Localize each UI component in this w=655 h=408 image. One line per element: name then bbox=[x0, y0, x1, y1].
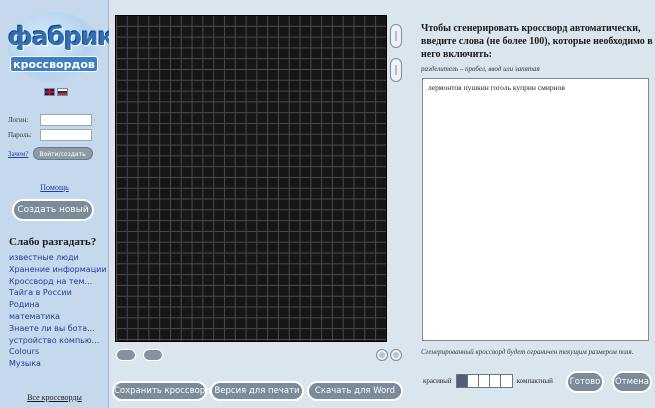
separator-hint: разделитель – пробел, ввод или запятая bbox=[421, 65, 540, 73]
password-label: Пароль: bbox=[8, 131, 32, 139]
density-slider-row: красивый компактный bbox=[423, 374, 553, 388]
sidebar: фабрика кроссвордов Логин: Пароль: Зачем… bbox=[0, 0, 130, 408]
density-step[interactable] bbox=[456, 375, 468, 387]
topic-link[interactable]: математика bbox=[9, 311, 107, 323]
cancel-button[interactable]: Отмена bbox=[612, 371, 652, 393]
print-version-button[interactable]: Версия для печати bbox=[210, 381, 304, 401]
grid-expand-up-handle[interactable] bbox=[390, 24, 402, 48]
save-crossword-button[interactable]: Сохранить кроссворд bbox=[112, 381, 211, 401]
password-row: Пароль: bbox=[8, 129, 92, 141]
grid-width-plus-handle[interactable] bbox=[390, 349, 402, 361]
logo-subtitle: кроссвордов bbox=[10, 56, 98, 72]
topic-link[interactable]: Знаете ли вы бота... bbox=[9, 323, 107, 335]
topic-link[interactable]: Colours bbox=[9, 346, 107, 358]
login-button[interactable]: Войти/создать bbox=[32, 147, 93, 160]
density-step[interactable] bbox=[489, 375, 501, 387]
size-footnote: Сгенерированный кроссворд будет ограниче… bbox=[421, 348, 634, 356]
topic-link[interactable]: Музыка bbox=[9, 358, 107, 370]
grid-expand-down-handle[interactable] bbox=[390, 58, 402, 82]
grid-width-minus-handle[interactable] bbox=[376, 349, 388, 361]
site-logo[interactable]: фабрика кроссвордов bbox=[8, 12, 130, 82]
density-step[interactable] bbox=[478, 375, 490, 387]
words-textarea[interactable]: лермонтов пушкин гоголь куприн смирнов bbox=[422, 78, 649, 341]
login-row: Логин: bbox=[8, 114, 92, 126]
density-label-left: красивый bbox=[423, 377, 452, 385]
why-link[interactable]: Зачем? bbox=[8, 150, 29, 158]
ready-button[interactable]: Готово bbox=[566, 371, 604, 393]
logo-title: фабрика bbox=[8, 22, 130, 51]
topic-link[interactable]: Кроссворд на тем... bbox=[9, 276, 107, 288]
crossword-editor: Сохранить кроссворд Версия для печати Ск… bbox=[109, 0, 409, 408]
density-step[interactable] bbox=[500, 375, 512, 387]
enter-row: Зачем? Войти/создать bbox=[8, 147, 93, 160]
password-input[interactable] bbox=[40, 129, 92, 141]
weak-title: Слабо разгадать? bbox=[9, 236, 97, 248]
grid-grow-handle[interactable] bbox=[143, 349, 163, 361]
topic-link[interactable]: Тайга в России bbox=[9, 287, 107, 299]
crossword-topic-list: известные люди Хранение информации Кросс… bbox=[9, 252, 107, 370]
language-flags bbox=[44, 88, 68, 96]
topic-link[interactable]: известные люди bbox=[9, 252, 107, 264]
uk-flag-icon[interactable] bbox=[44, 88, 55, 96]
instructions-title: Чтобы сгенерировать кроссворд автоматиче… bbox=[421, 23, 653, 60]
login-input[interactable] bbox=[40, 114, 92, 126]
ru-flag-icon[interactable] bbox=[57, 88, 68, 96]
auto-generate-panel: Чтобы сгенерировать кроссворд автоматиче… bbox=[409, 0, 655, 408]
grid-shrink-handle[interactable] bbox=[116, 349, 136, 361]
density-step[interactable] bbox=[467, 375, 479, 387]
download-word-button[interactable]: Скачать для Word bbox=[307, 381, 403, 401]
topic-link[interactable]: Хранение информации bbox=[9, 264, 107, 276]
density-label-right: компактный bbox=[516, 377, 553, 385]
all-crosswords-link[interactable]: Все кроссворды bbox=[0, 393, 109, 402]
login-label: Логин: bbox=[8, 116, 29, 124]
crossword-grid[interactable] bbox=[115, 15, 387, 342]
create-new-button[interactable]: Создать новый bbox=[12, 199, 94, 221]
topic-link[interactable]: Родина bbox=[9, 299, 107, 311]
topic-link[interactable]: устройство компью... bbox=[9, 335, 107, 347]
density-slider[interactable] bbox=[455, 374, 513, 388]
help-link[interactable]: Помощь bbox=[0, 183, 109, 192]
